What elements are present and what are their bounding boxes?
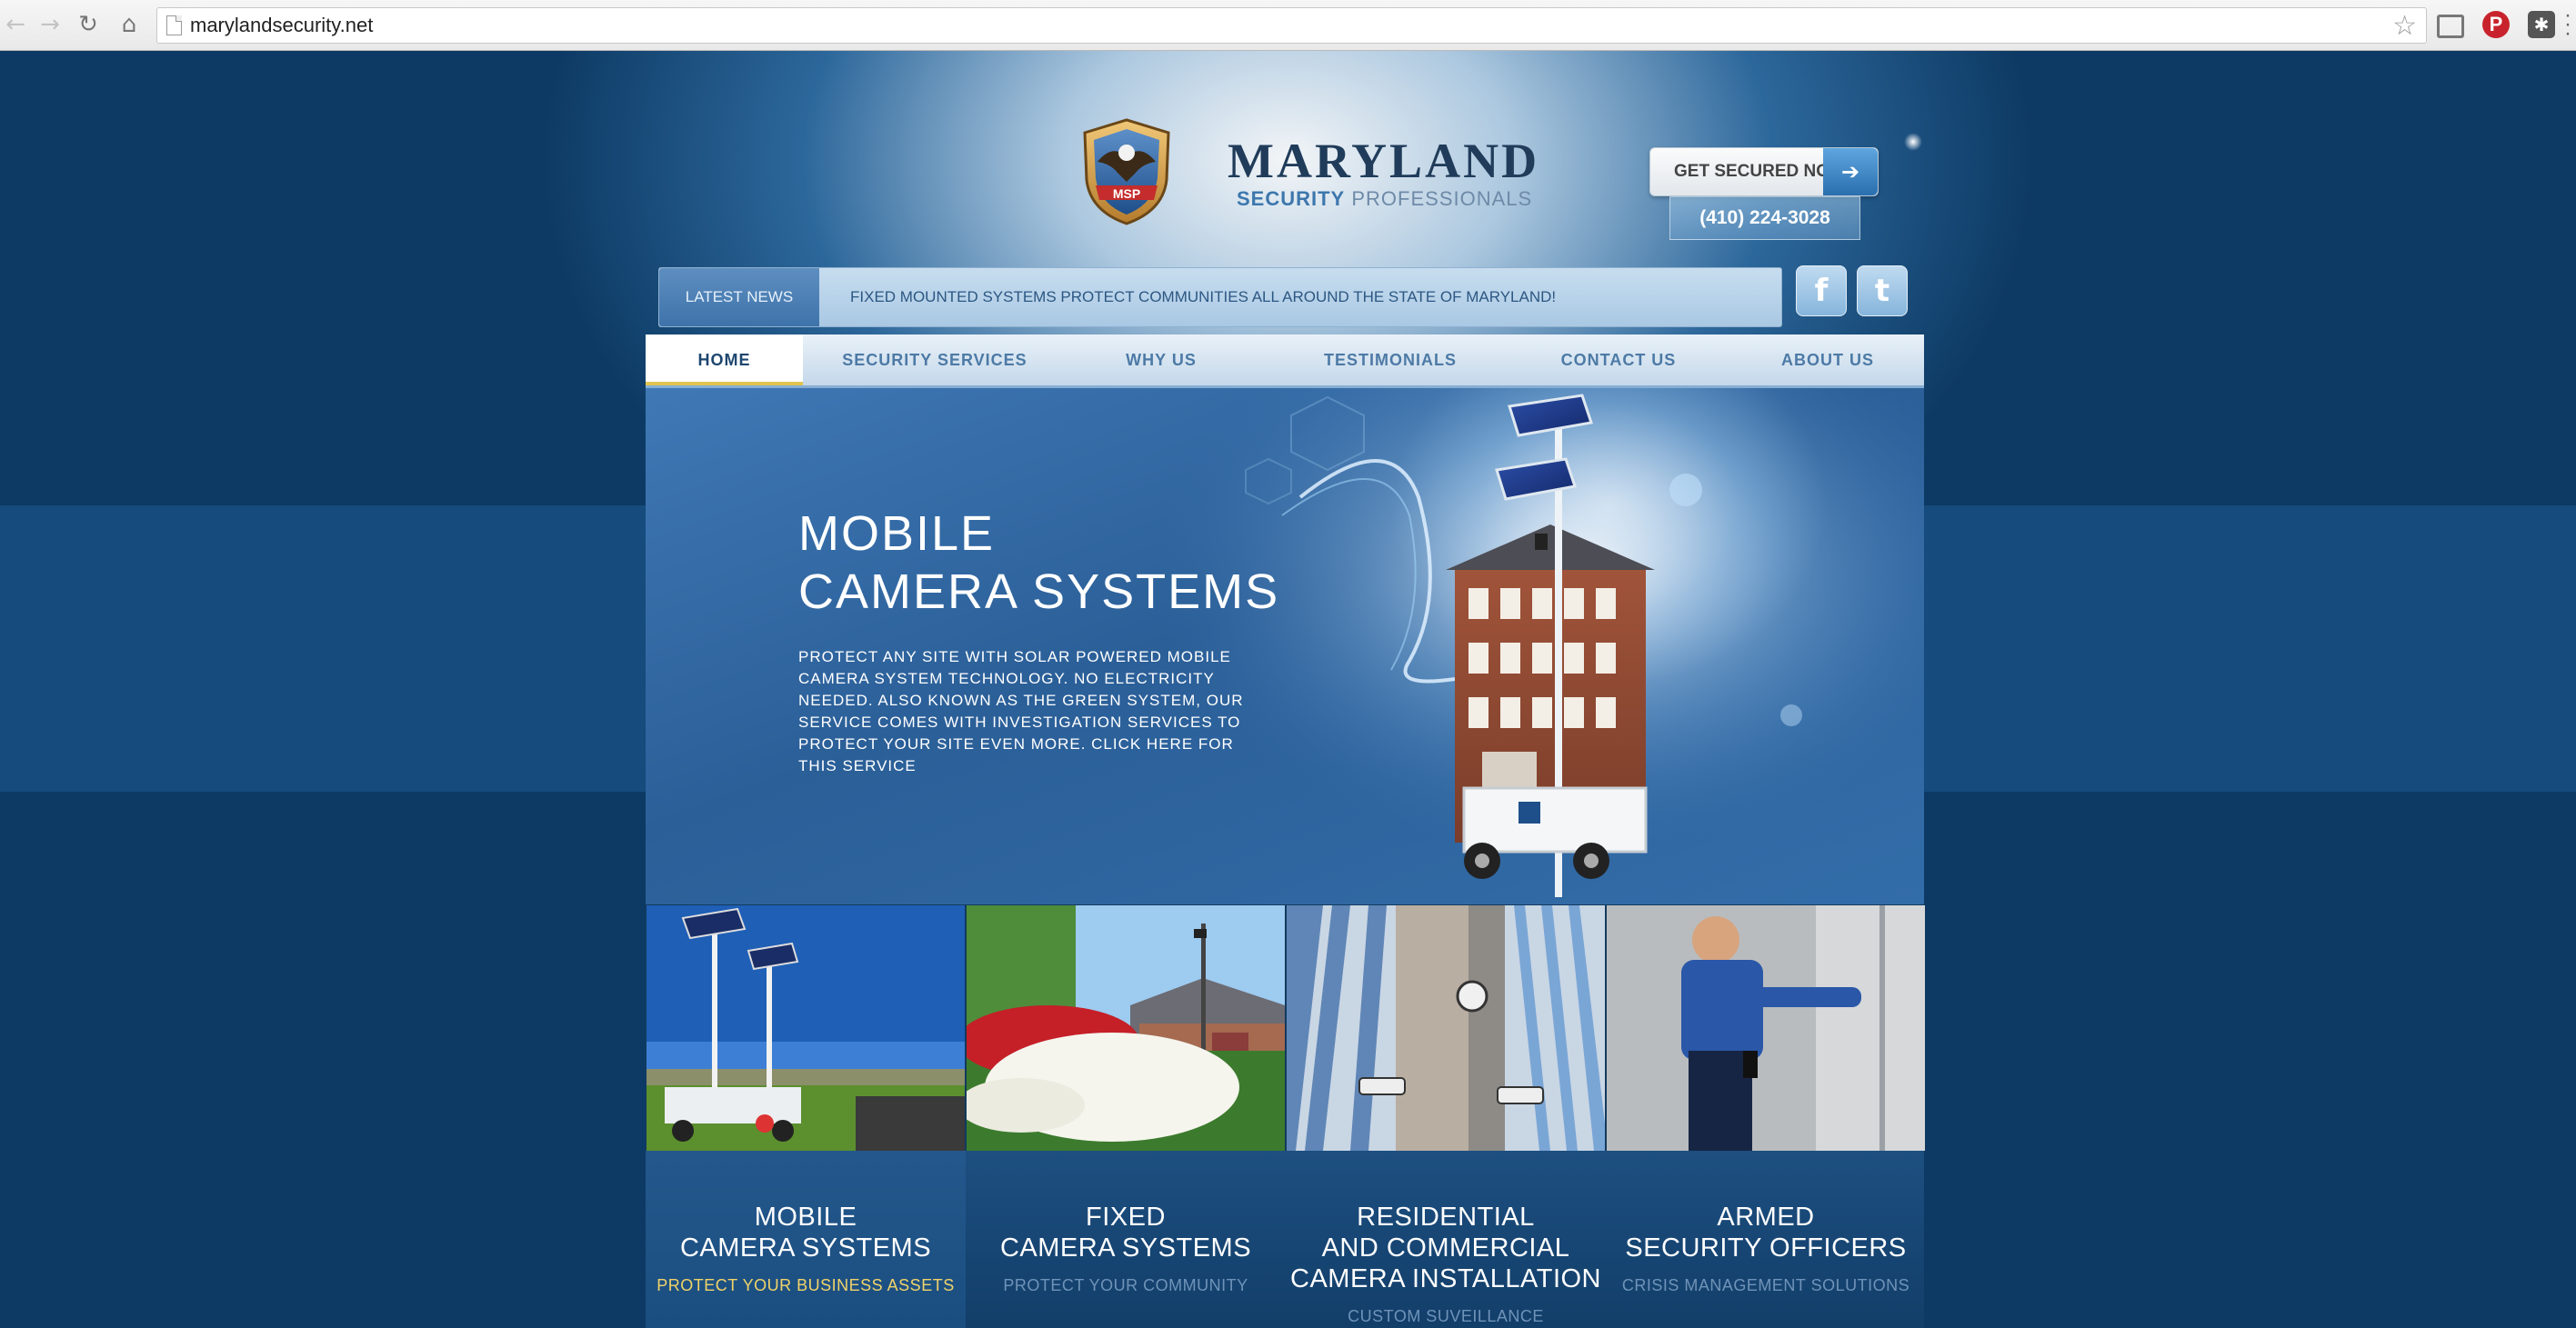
nav-testimonials[interactable]: TESTIMONIALS [1304, 334, 1477, 385]
brand-subtitle-professionals: PROFESSIONALS [1351, 187, 1533, 210]
thumb-residential-camera-image[interactable] [1286, 904, 1606, 1152]
brand-subtitle: SECURITY PROFESSIONALS [1237, 187, 1532, 211]
url-text[interactable]: marylandsecurity.net [190, 14, 373, 37]
hero-title: MOBILE CAMERA SYSTEMS [798, 504, 1279, 621]
service-title-line: CAMERA SYSTEMS [679, 1233, 932, 1263]
cta-label: GET SECURED NOW [1674, 162, 1846, 181]
extension-icon[interactable]: ✱ [2528, 11, 2555, 38]
get-secured-now-button[interactable]: GET SECURED NOW ➔ [1649, 147, 1879, 196]
star-icon[interactable]: ☆ [2392, 10, 2417, 42]
service-residential-camera[interactable]: RESIDENTIAL AND COMMERCIAL CAMERA INSTAL… [1286, 1151, 1606, 1328]
news-ticker: LATEST NEWS FIXED MOUNTED SYSTEMS PROTEC… [658, 267, 1782, 327]
service-subtitle: CRISIS MANAGEMENT SOLUTIONS [1621, 1276, 1910, 1294]
thumb-fixed-camera-image[interactable] [966, 904, 1286, 1152]
brand-name[interactable]: MARYLAND [1228, 133, 1539, 189]
service-subtitle: PROTECT YOUR BUSINESS ASSETS [657, 1276, 955, 1294]
facebook-icon[interactable]: f [1796, 265, 1847, 316]
arrow-right-icon: ➔ [1823, 148, 1878, 195]
nav-why-us[interactable]: WHY US [1109, 334, 1213, 385]
nav-security-services[interactable]: SECURITY SERVICES [827, 334, 1042, 385]
service-title: MOBILE CAMERA SYSTEMS [646, 1202, 966, 1263]
news-label: LATEST NEWS [659, 268, 819, 326]
service-title: RESIDENTIAL AND COMMERCIAL CAMERA INSTAL… [1286, 1202, 1606, 1294]
service-title: ARMED SECURITY OFFICERS [1606, 1202, 1926, 1263]
address-bar[interactable]: marylandsecurity.net ☆ [156, 7, 2427, 44]
page-icon [166, 15, 182, 35]
service-title: FIXED CAMERA SYSTEMS [966, 1202, 1286, 1263]
back-arrow-icon[interactable]: ← [0, 9, 31, 40]
service-armed-officers[interactable]: ARMED SECURITY OFFICERS CRISIS MANAGEMEN… [1606, 1151, 1926, 1328]
service-title-line: MOBILE [754, 1203, 857, 1232]
services-strip: MOBILE CAMERA SYSTEMS PROTECT YOUR BUSIN… [646, 1151, 1924, 1328]
service-title-line: ARMED [1717, 1203, 1815, 1232]
thumb-mobile-camera-image[interactable] [646, 904, 966, 1152]
hero-solar-trailer-image [1155, 388, 1924, 904]
main-nav: HOME SECURITY SERVICES WHY US TESTIMONIA… [646, 334, 1924, 388]
service-fixed-camera[interactable]: FIXED CAMERA SYSTEMS PROTECT YOUR COMMUN… [966, 1151, 1286, 1328]
service-title-line: FIXED [1086, 1203, 1166, 1232]
thumb-armed-officer-image[interactable] [1606, 904, 1926, 1152]
reload-icon[interactable]: ↻ [73, 9, 104, 40]
pinterest-icon[interactable]: P [2482, 11, 2510, 38]
sparkle-icon [1904, 133, 1922, 151]
service-title-line: SECURITY OFFICERS [1625, 1233, 1907, 1263]
nav-home[interactable]: HOME [646, 334, 803, 385]
home-icon[interactable]: ⌂ [114, 9, 145, 40]
cast-icon[interactable] [2437, 15, 2464, 38]
service-title-line: CAMERA SYSTEMS [999, 1233, 1252, 1263]
brand-subtitle-security: SECURITY [1237, 187, 1346, 210]
browser-toolbar: ← → ↻ ⌂ marylandsecurity.net ☆ P ✱ · · · [0, 0, 2576, 51]
badge-text: MSP [1113, 186, 1140, 201]
service-subtitle: CUSTOM SUVEILLANCE [1348, 1307, 1544, 1325]
service-subtitle: PROTECT YOUR COMMUNITY [1003, 1276, 1248, 1294]
nav-about-us[interactable]: ABOUT US [1755, 334, 1900, 385]
twitter-icon[interactable]: t [1857, 265, 1908, 316]
hero-description[interactable]: PROTECT ANY SITE WITH SOLAR POWERED MOBI… [798, 646, 1253, 777]
news-text[interactable]: FIXED MOUNTED SYSTEMS PROTECT COMMUNITIE… [850, 288, 1556, 306]
service-title-line: AND COMMERCIAL [1321, 1233, 1570, 1263]
hero-title-line1: MOBILE [798, 506, 996, 561]
service-mobile-camera[interactable]: MOBILE CAMERA SYSTEMS PROTECT YOUR BUSIN… [646, 1151, 966, 1328]
logo-badge-icon[interactable]: MSP [1076, 116, 1178, 227]
phone-number: (410) 224-3028 [1669, 196, 1860, 240]
nav-contact-us[interactable]: CONTACT US [1537, 334, 1700, 385]
page-background: MSP MARYLAND SECURITY PROFESSIONALS GET … [0, 51, 2576, 1328]
hero-banner[interactable]: MOBILE CAMERA SYSTEMS PROTECT ANY SITE W… [646, 388, 1924, 904]
menu-icon[interactable]: · · · [2564, 5, 2571, 45]
service-title-line: RESIDENTIAL [1357, 1203, 1535, 1232]
forward-arrow-icon[interactable]: → [35, 9, 65, 40]
service-title-line: CAMERA INSTALLATION [1290, 1264, 1601, 1293]
hero-title-line2: CAMERA SYSTEMS [798, 564, 1280, 619]
